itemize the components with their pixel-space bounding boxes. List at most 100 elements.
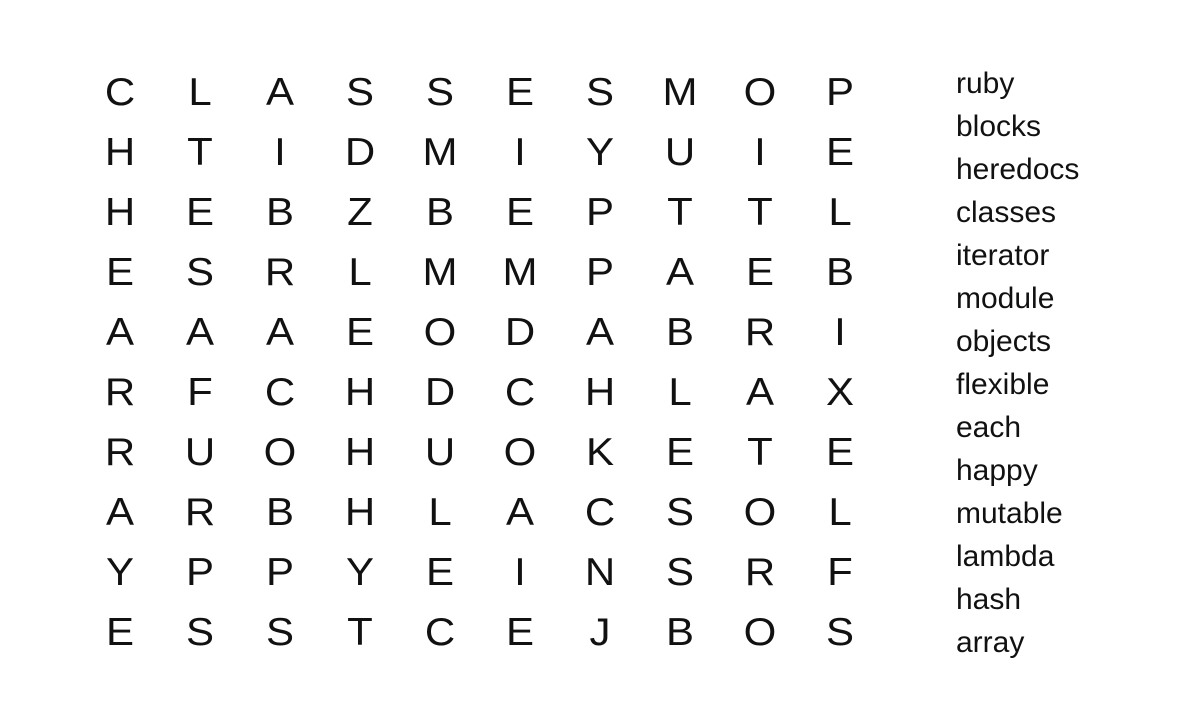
- grid-cell-r5-c9[interactable]: X: [800, 364, 880, 419]
- grid-cell-r5-c4[interactable]: D: [400, 364, 480, 419]
- grid-cell-r6-c0[interactable]: R: [80, 424, 160, 479]
- grid-cell-r5-c1[interactable]: F: [160, 364, 240, 419]
- grid-cell-r5-c0[interactable]: R: [80, 364, 160, 419]
- grid-cell-r7-c9[interactable]: L: [800, 484, 880, 539]
- grid-cell-r5-c2[interactable]: C: [240, 364, 320, 419]
- grid-cell-r5-c3[interactable]: H: [320, 364, 400, 419]
- grid-cell-r1-c9[interactable]: E: [800, 124, 880, 179]
- grid-cell-r2-c3[interactable]: Z: [320, 184, 400, 239]
- grid-cell-r8-c1[interactable]: P: [160, 544, 240, 599]
- grid-cell-r2-c5[interactable]: E: [480, 184, 560, 239]
- grid-cell-r8-c5[interactable]: I: [480, 544, 560, 599]
- grid-cell-r3-c9[interactable]: B: [800, 244, 880, 299]
- grid-cell-r8-c0[interactable]: Y: [80, 544, 160, 599]
- grid-cell-r3-c7[interactable]: A: [640, 244, 720, 299]
- grid-cell-r1-c3[interactable]: D: [320, 124, 400, 179]
- grid-cell-r7-c0[interactable]: A: [80, 484, 160, 539]
- grid-cell-r9-c7[interactable]: B: [640, 604, 720, 659]
- grid-cell-r0-c3[interactable]: S: [320, 64, 400, 119]
- grid-cell-r1-c7[interactable]: U: [640, 124, 720, 179]
- grid-cell-r5-c7[interactable]: L: [640, 364, 720, 419]
- grid-cell-r2-c7[interactable]: T: [640, 184, 720, 239]
- grid-cell-r6-c7[interactable]: E: [640, 424, 720, 479]
- grid-cell-r9-c6[interactable]: J: [560, 604, 640, 659]
- grid-cell-r7-c1[interactable]: R: [160, 484, 240, 539]
- grid-cell-r4-c9[interactable]: I: [800, 304, 880, 359]
- grid-cell-r7-c7[interactable]: S: [640, 484, 720, 539]
- grid-cell-r5-c6[interactable]: H: [560, 364, 640, 419]
- grid-cell-r9-c1[interactable]: S: [160, 604, 240, 659]
- grid-cell-r8-c9[interactable]: F: [800, 544, 880, 599]
- grid-cell-r5-c8[interactable]: A: [720, 364, 800, 419]
- grid-cell-r7-c2[interactable]: B: [240, 484, 320, 539]
- grid-cell-r1-c1[interactable]: T: [160, 124, 240, 179]
- grid-cell-r2-c1[interactable]: E: [160, 184, 240, 239]
- grid-cell-r7-c4[interactable]: L: [400, 484, 480, 539]
- grid-cell-r5-c5[interactable]: C: [480, 364, 560, 419]
- grid-cell-r0-c8[interactable]: O: [720, 64, 800, 119]
- grid-cell-r4-c6[interactable]: A: [560, 304, 640, 359]
- grid-cell-r8-c6[interactable]: N: [560, 544, 640, 599]
- grid-cell-r1-c2[interactable]: I: [240, 124, 320, 179]
- grid-cell-r0-c5[interactable]: E: [480, 64, 560, 119]
- grid-cell-r6-c5[interactable]: O: [480, 424, 560, 479]
- grid-cell-r8-c7[interactable]: S: [640, 544, 720, 599]
- grid-cell-r4-c2[interactable]: A: [240, 304, 320, 359]
- grid-cell-r1-c5[interactable]: I: [480, 124, 560, 179]
- grid-cell-r2-c0[interactable]: H: [80, 184, 160, 239]
- grid-cell-r6-c2[interactable]: O: [240, 424, 320, 479]
- grid-cell-r4-c1[interactable]: A: [160, 304, 240, 359]
- grid-cell-r1-c6[interactable]: Y: [560, 124, 640, 179]
- grid-cell-r1-c0[interactable]: H: [80, 124, 160, 179]
- grid-cell-r4-c0[interactable]: A: [80, 304, 160, 359]
- grid-cell-r3-c5[interactable]: M: [480, 244, 560, 299]
- grid-cell-r9-c2[interactable]: S: [240, 604, 320, 659]
- grid-cell-r0-c7[interactable]: M: [640, 64, 720, 119]
- grid-cell-r1-c8[interactable]: I: [720, 124, 800, 179]
- grid-cell-r3-c2[interactable]: R: [240, 244, 320, 299]
- grid-cell-r4-c7[interactable]: B: [640, 304, 720, 359]
- grid-cell-r3-c1[interactable]: S: [160, 244, 240, 299]
- grid-cell-r8-c2[interactable]: P: [240, 544, 320, 599]
- grid-cell-r7-c8[interactable]: O: [720, 484, 800, 539]
- grid-cell-r0-c4[interactable]: S: [400, 64, 480, 119]
- grid-cell-r9-c5[interactable]: E: [480, 604, 560, 659]
- grid-cell-r6-c9[interactable]: E: [800, 424, 880, 479]
- grid-cell-r3-c6[interactable]: P: [560, 244, 640, 299]
- grid-cell-r7-c3[interactable]: H: [320, 484, 400, 539]
- grid-cell-r2-c4[interactable]: B: [400, 184, 480, 239]
- grid-cell-r8-c8[interactable]: R: [720, 544, 800, 599]
- grid-cell-r2-c6[interactable]: P: [560, 184, 640, 239]
- grid-cell-r3-c4[interactable]: M: [400, 244, 480, 299]
- grid-cell-r0-c9[interactable]: P: [800, 64, 880, 119]
- grid-cell-r9-c3[interactable]: T: [320, 604, 400, 659]
- grid-cell-r6-c1[interactable]: U: [160, 424, 240, 479]
- grid-cell-r0-c1[interactable]: L: [160, 64, 240, 119]
- grid-cell-r4-c5[interactable]: D: [480, 304, 560, 359]
- grid-cell-r3-c3[interactable]: L: [320, 244, 400, 299]
- grid-cell-r2-c2[interactable]: B: [240, 184, 320, 239]
- grid-cell-r9-c8[interactable]: O: [720, 604, 800, 659]
- grid-cell-r9-c0[interactable]: E: [80, 604, 160, 659]
- grid-cell-r2-c9[interactable]: L: [800, 184, 880, 239]
- grid-cell-r4-c4[interactable]: O: [400, 304, 480, 359]
- grid-cell-r2-c8[interactable]: T: [720, 184, 800, 239]
- grid-cell-r6-c4[interactable]: U: [400, 424, 480, 479]
- grid-cell-r6-c3[interactable]: H: [320, 424, 400, 479]
- grid-cell-r7-c5[interactable]: A: [480, 484, 560, 539]
- grid-cell-r1-c4[interactable]: M: [400, 124, 480, 179]
- grid-cell-r4-c3[interactable]: E: [320, 304, 400, 359]
- grid-cell-r8-c3[interactable]: Y: [320, 544, 400, 599]
- grid-cell-r0-c6[interactable]: S: [560, 64, 640, 119]
- grid-cell-r7-c6[interactable]: C: [560, 484, 640, 539]
- grid-cell-r8-c4[interactable]: E: [400, 544, 480, 599]
- grid-cell-r0-c2[interactable]: A: [240, 64, 320, 119]
- grid-cell-r4-c8[interactable]: R: [720, 304, 800, 359]
- grid-cell-r3-c8[interactable]: E: [720, 244, 800, 299]
- grid-cell-r0-c0[interactable]: C: [80, 64, 160, 119]
- grid-cell-r6-c8[interactable]: T: [720, 424, 800, 479]
- grid-cell-r9-c4[interactable]: C: [400, 604, 480, 659]
- grid-cell-r3-c0[interactable]: E: [80, 244, 160, 299]
- grid-cell-r9-c9[interactable]: S: [800, 604, 880, 659]
- grid-cell-r6-c6[interactable]: K: [560, 424, 640, 479]
